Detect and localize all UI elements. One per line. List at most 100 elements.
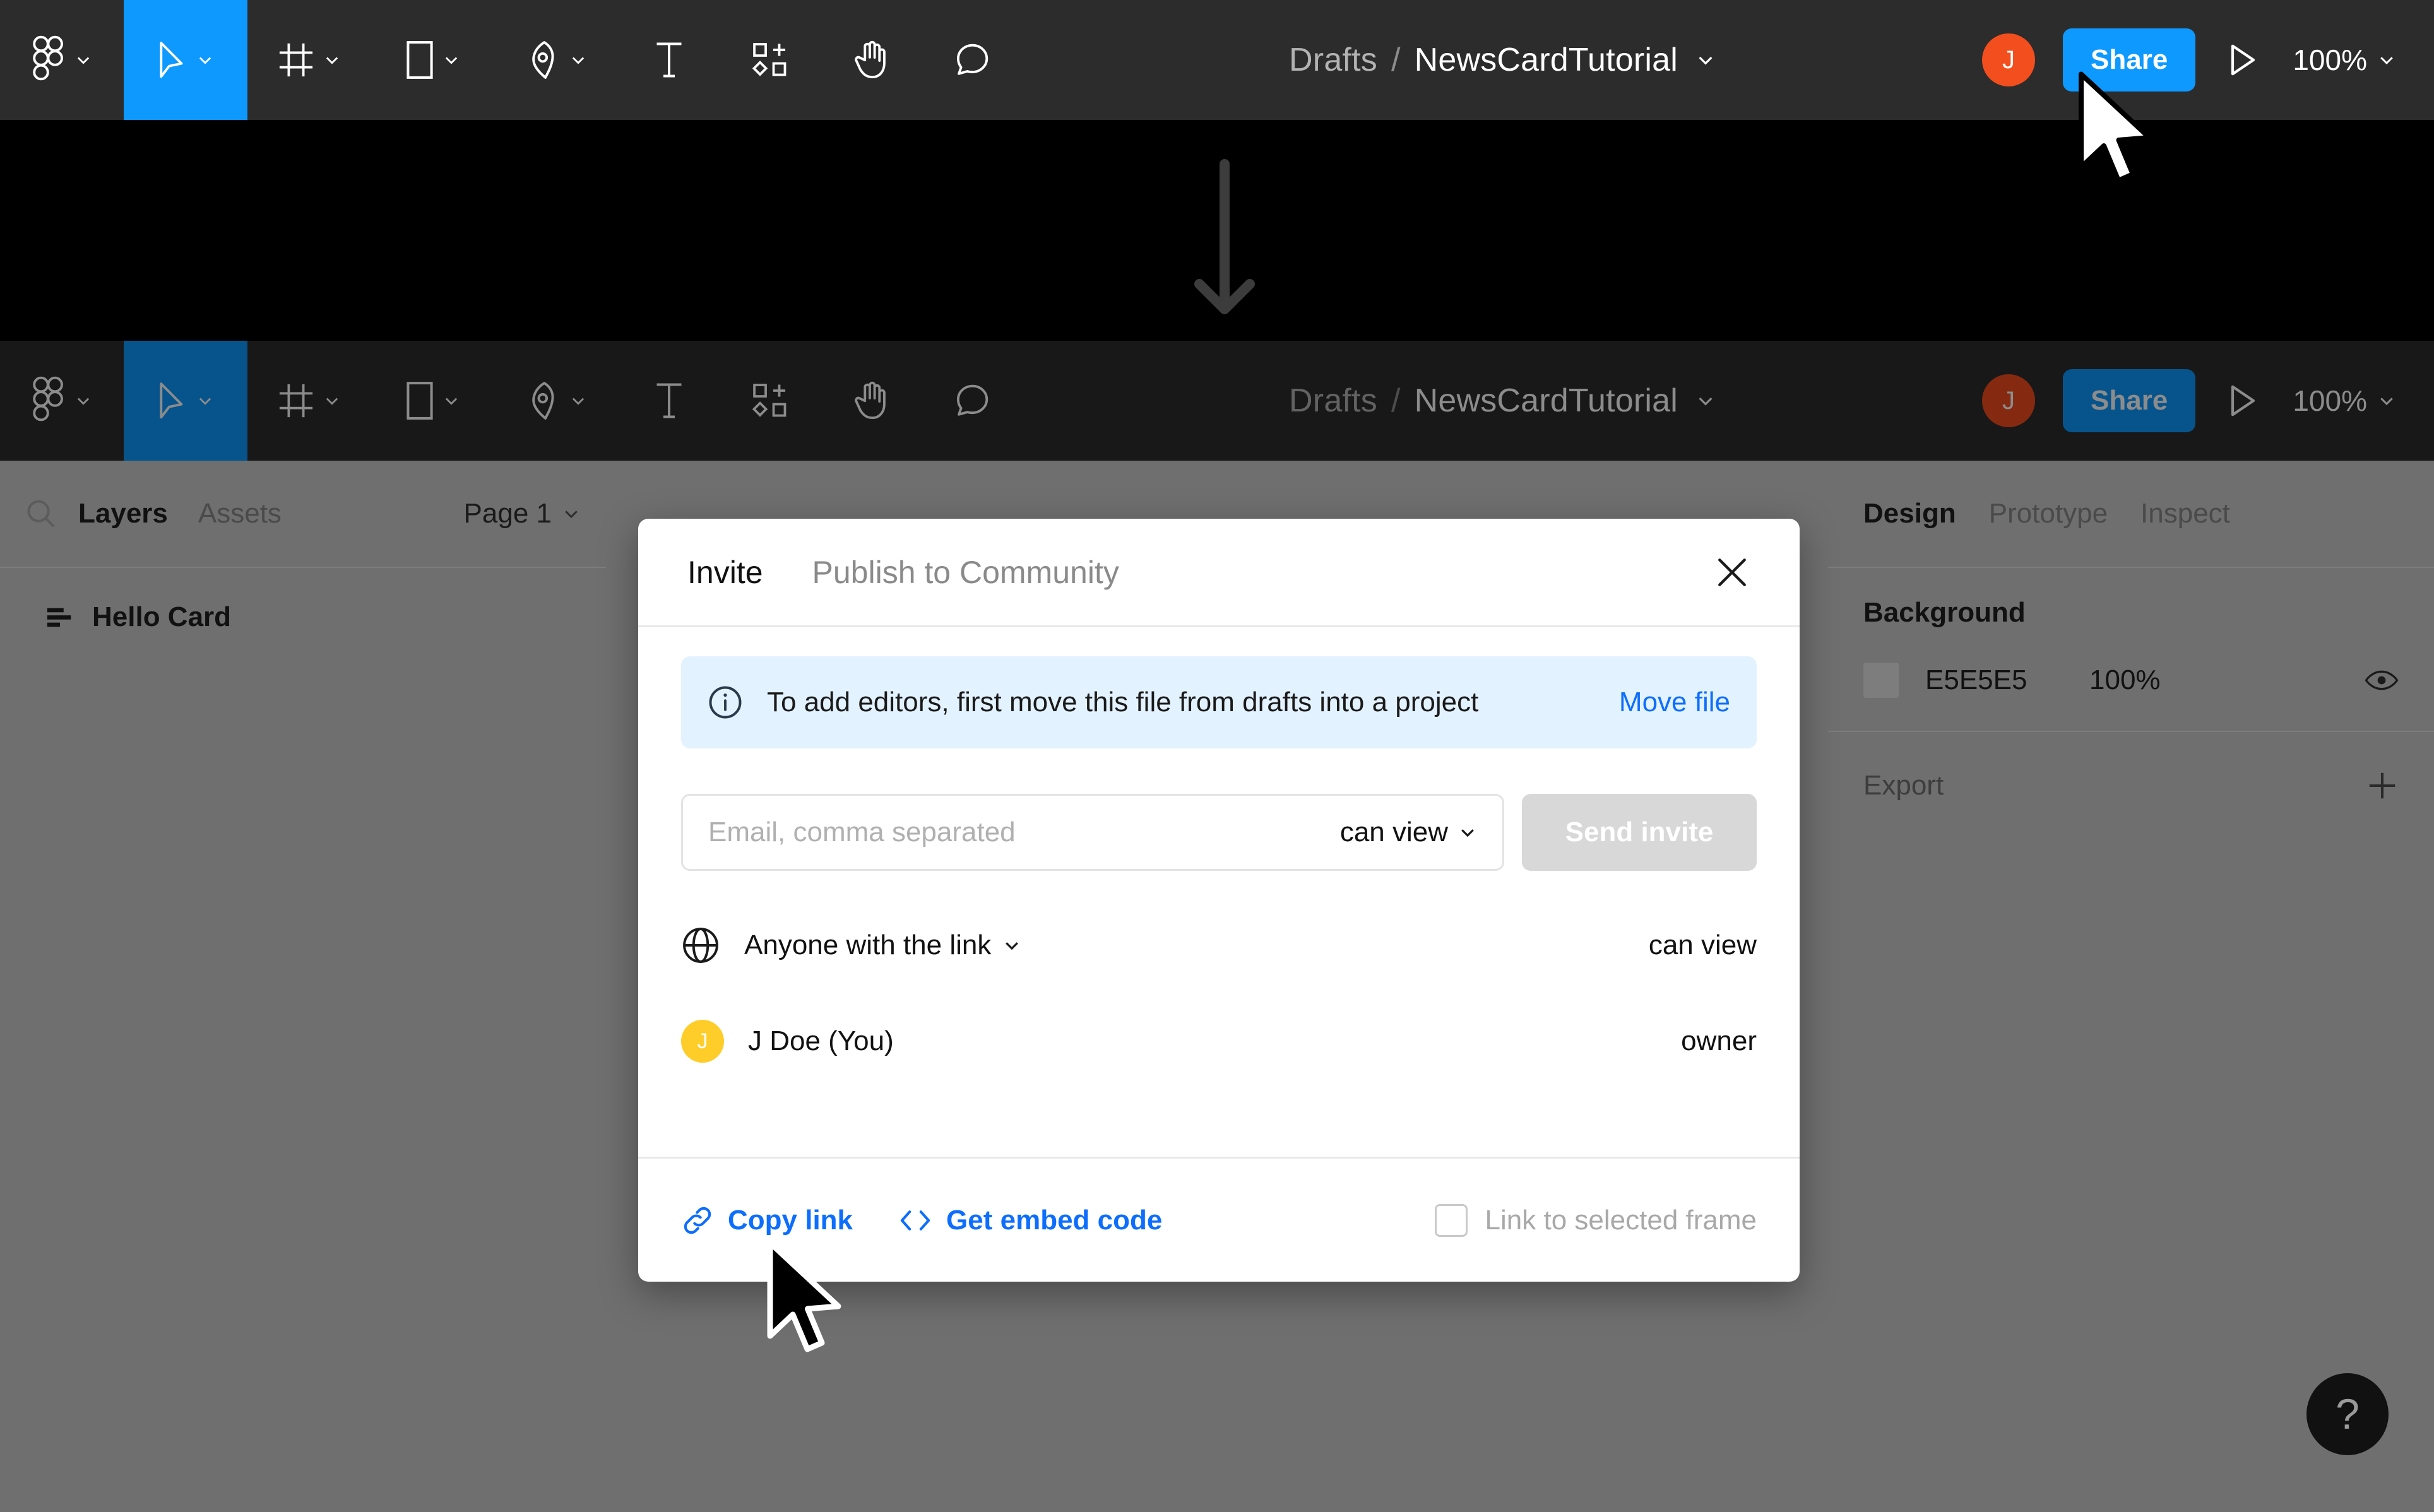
move-tool-button[interactable] [124,0,247,120]
chevron-down-icon [2377,391,2396,410]
tab-publish-to-community[interactable]: Publish to Community [812,554,1119,591]
close-icon[interactable] [1714,554,1750,591]
frame-tool-icon [278,42,314,78]
shape-tool-icon [406,381,434,420]
email-input[interactable]: Email, comma separated [708,817,1340,848]
share-row-label: Anyone with the link [744,930,1021,961]
tab-invite[interactable]: Invite [687,554,763,591]
plus-icon[interactable] [2366,769,2399,802]
hand-tool-icon [853,40,889,80]
comment-tool-button-dimmed[interactable] [922,341,1023,461]
text-tool-button-dimmed[interactable] [619,341,720,461]
down-arrow-icon [1190,158,1259,322]
shape-tool-button-dimmed[interactable] [371,341,495,461]
breadcrumb-project[interactable]: Drafts [1289,41,1377,79]
present-button-dimmed[interactable] [2227,384,2257,418]
zoom-control-dimmed[interactable]: 100% [2293,384,2396,418]
frame-tool-button[interactable] [247,0,371,120]
shape-tool-button[interactable] [371,0,495,120]
share-row-label-text: Anyone with the link [744,930,992,960]
copy-link-button[interactable]: Copy link [681,1204,853,1237]
move-file-banner: To add editors, first move this file fro… [681,656,1757,748]
hand-tool-icon [853,381,889,420]
frame-tool-icon [278,382,314,419]
share-button-dimmed[interactable]: Share [2063,369,2196,432]
hand-tool-button[interactable] [821,0,922,120]
components-tool-icon [752,42,788,78]
background-title: Background [1863,597,2026,628]
share-modal-body: To add editors, first move this file fro… [638,627,1800,1157]
export-title: Export [1863,770,1944,801]
export-section: Export [1828,732,2434,839]
figma-menu-button[interactable] [0,0,124,120]
chevron-down-icon [196,51,214,69]
background-opacity[interactable]: 100% [2089,664,2161,696]
zoom-level-label: 100% [2293,384,2367,417]
breadcrumb-file[interactable]: NewsCardTutorial [1415,41,1678,79]
frame-tool-button-dimmed[interactable] [247,341,371,461]
email-input-wrapper[interactable]: Email, comma separated can view [681,794,1504,871]
chevron-down-icon [74,392,92,410]
move-file-link[interactable]: Move file [1619,687,1730,718]
send-invite-button[interactable]: Send invite [1522,794,1757,871]
breadcrumb-file[interactable]: NewsCardTutorial [1415,382,1678,420]
eye-icon[interactable] [2365,668,2399,693]
left-panel: Layers Assets Page 1 Hello Card [0,461,606,1512]
link-to-frame-checkbox-group[interactable]: Link to selected frame [1434,1203,1757,1237]
components-tool-button[interactable] [720,0,821,120]
figma-menu-button-dimmed[interactable] [0,341,124,461]
page-selector-label: Page 1 [463,498,552,529]
invite-permission-select[interactable]: can view [1340,817,1477,848]
globe-icon [681,926,720,965]
components-tool-button-dimmed[interactable] [720,341,821,461]
chevron-down-icon[interactable] [1695,50,1716,70]
breadcrumb: Drafts / NewsCardTutorial [1289,41,1716,79]
share-row-permission: owner [1681,1025,1757,1056]
hand-tool-button-dimmed[interactable] [821,341,922,461]
link-to-frame-checkbox[interactable] [1434,1203,1468,1237]
figma-menu-icon [32,376,66,425]
move-tool-button-dimmed[interactable] [124,341,247,461]
chevron-down-icon [562,504,581,523]
pen-tool-button[interactable] [495,0,619,120]
tab-prototype[interactable]: Prototype [1989,498,2108,529]
get-embed-code-button[interactable]: Get embed code [898,1205,1162,1236]
share-row-permission[interactable]: can view [1649,930,1757,961]
avatar-initial: J [2002,45,2015,74]
embed-code-label: Get embed code [946,1204,1163,1236]
background-hex[interactable]: E5E5E5 [1925,664,2089,696]
layer-row-hello-card[interactable]: Hello Card [0,579,606,655]
share-modal-header: Invite Publish to Community [638,519,1800,627]
right-panel-tabs: Design Prototype Inspect [1828,461,2434,568]
info-icon [708,685,743,720]
share-row-label: J Doe (You) [748,1025,894,1057]
share-button[interactable]: Share [2063,28,2196,92]
tab-inspect[interactable]: Inspect [2140,498,2230,529]
color-swatch[interactable] [1863,663,1899,698]
search-icon[interactable] [25,498,57,529]
pen-tool-icon [526,40,561,80]
tab-assets[interactable]: Assets [198,498,282,529]
present-button[interactable] [2227,43,2257,77]
breadcrumb-project[interactable]: Drafts [1289,382,1377,420]
share-row-link[interactable]: Anyone with the link can view [681,897,1757,993]
user-avatar[interactable]: J [1982,33,2036,86]
comment-tool-button[interactable] [922,0,1023,120]
chevron-down-icon[interactable] [1002,936,1021,955]
page-selector[interactable]: Page 1 [464,498,581,529]
text-tool-button[interactable] [619,0,720,120]
avatar: J [681,1020,724,1063]
invite-row: Email, comma separated can view Send inv… [681,794,1757,871]
tab-design[interactable]: Design [1863,498,1956,529]
avatar-initial: J [697,1029,708,1053]
chevron-down-icon[interactable] [1695,391,1716,411]
pen-tool-button-dimmed[interactable] [495,341,619,461]
chevron-down-icon [442,392,460,410]
tab-layers[interactable]: Layers [78,498,168,529]
background-fill-row: E5E5E5 100% [1863,663,2399,698]
zoom-control[interactable]: 100% [2293,43,2396,77]
pen-tool-icon [526,381,561,421]
help-button[interactable]: ? [2306,1373,2389,1455]
invite-permission-label: can view [1339,817,1448,848]
user-avatar-dimmed[interactable]: J [1982,374,2036,427]
